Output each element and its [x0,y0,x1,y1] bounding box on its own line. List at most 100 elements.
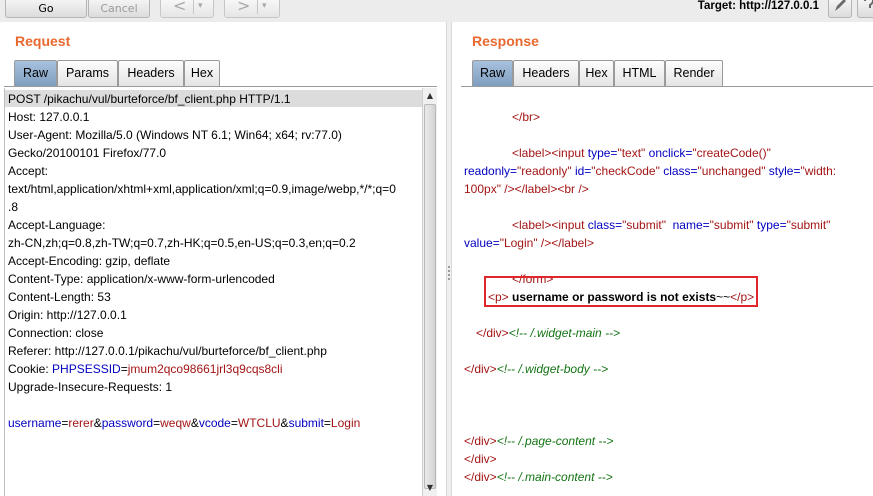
cookie-name: PHPSESSID [52,362,121,376]
html-comment: <!-- /.widget-body --> [496,362,609,376]
back-arrow-icon: < [173,0,187,15]
html-tag: </div> [464,452,497,466]
help-icon [864,0,873,8]
param-sep: & [93,416,102,430]
html-attr: class= [659,164,698,178]
scroll-thumb[interactable] [424,104,436,489]
html-tag: /> [537,236,552,250]
html-comment: <!-- /.page-content --> [496,434,614,448]
param-value: Login [330,416,361,430]
html-tag: </label> [551,236,594,250]
header-line: .8 [8,200,19,214]
code-line: </div><!-- /.widget-main --> [476,326,620,340]
param-value: weqw [160,416,191,430]
grip-dot [448,266,450,268]
cookie-eq: = [120,362,128,376]
divider [193,0,194,14]
highlight-box [484,276,758,307]
html-attr: value= [464,236,500,250]
code-line: </div><!-- /.main-content --> [464,470,613,484]
pencil-icon [835,0,846,11]
panel-splitter[interactable] [446,22,452,496]
code-line: <label><input class="submit" name="submi… [512,218,830,232]
code-line: </div><!-- /.page-content --> [464,434,613,448]
html-tag: <br /> [557,182,589,196]
grip-dot [448,270,450,272]
param-value: WTCLU [237,416,281,430]
html-value: "checkCode" [591,164,660,178]
tab-render[interactable]: Render [665,60,723,86]
param-name: password [101,416,154,430]
html-tag: </div> [464,434,497,448]
header-line: Upgrade-Insecure-Requests: 1 [8,380,173,394]
divider [257,0,258,14]
response-title: Response [472,33,539,49]
header-line: Gecko/20100101 Firefox/77.0 [8,146,167,160]
code-line: <label><input type="text" onclick="creat… [512,146,771,160]
request-editor[interactable]: POST /pikachu/vul/burteforce/bf_client.p… [4,88,422,496]
html-comment: <!-- /.widget-main --> [508,326,621,340]
html-value: "width: [800,164,837,178]
param-sep: & [190,416,199,430]
html-tag: <input [551,218,585,232]
scroll-down-icon[interactable]: ▼ [425,482,435,494]
html-attr: onclick= [645,146,693,160]
param-name: vcode [198,416,231,430]
code-line: </br> [512,110,540,124]
cookie-value: jmum2qco98661jrl3q9cqs8cli [127,362,283,376]
grip-dot [448,278,450,280]
chevron-down-icon[interactable]: ▾ [262,0,267,13]
tab-hex[interactable]: Hex [579,60,614,86]
html-value: "submit" [709,218,754,232]
request-scrollbar[interactable]: ▲ ▼ [422,88,437,496]
tab-headers[interactable]: Headers [513,60,579,86]
cookie-line: Cookie: PHPSESSID=jmum2qco98661jrl3q9cqs… [8,362,283,376]
html-value: "readonly" [517,164,572,178]
header-line: Accept: [8,164,49,178]
code-line: value="Login" /></label> [464,236,594,250]
html-tag: <input [551,146,585,160]
param-sep: & [280,416,289,430]
html-tag: <label> [512,218,552,232]
header-line: Referer: http://127.0.0.1/pikachu/vul/bu… [8,344,327,358]
param-value: rerer [68,416,94,430]
html-value: "unchanged" [697,164,766,178]
divider [461,86,873,87]
header-line: Content-Length: 53 [8,290,111,304]
header-line: Content-Type: application/x-www-form-url… [8,272,275,286]
header-line: User-Agent: Mozilla/5.0 (Windows NT 6.1;… [8,128,342,142]
html-value: "submit" [622,218,666,232]
header-line: zh-CN,zh;q=0.8,zh-TW;q=0.7,zh-HK;q=0.5,e… [8,236,356,250]
header-line: Connection: close [8,326,104,340]
header-line: Host: 127.0.0.1 [8,110,90,124]
tab-raw[interactable]: Raw [472,60,513,86]
chevron-down-icon[interactable]: ▾ [198,0,203,13]
header-line: Accept-Encoding: gzip, deflate [8,254,171,268]
html-value: "createCode()" [692,146,771,160]
param-eq: = [230,416,238,430]
cancel-button[interactable]: Cancel [88,0,150,18]
tab-hex[interactable]: Hex [184,60,220,86]
html-tag: <label> [512,146,552,160]
edit-target-button[interactable] [828,0,852,18]
tab-html[interactable]: HTML [614,60,665,86]
param-name: submit [288,416,324,430]
tab-raw[interactable]: Raw [14,60,57,86]
scroll-up-icon[interactable]: ▲ [425,90,435,102]
divider [4,86,437,87]
help-button[interactable] [857,0,873,18]
go-button[interactable]: Go [5,0,87,18]
html-value: "Login" [499,236,538,250]
html-tag: /> [500,182,515,196]
code-line: </div> [464,452,497,466]
code-line: </div><!-- /.widget-body --> [464,362,608,376]
back-button[interactable]: < ▾ [160,0,214,18]
tab-params[interactable]: Params [57,60,118,86]
header-line: Origin: http://127.0.0.1 [8,308,127,322]
target-label: Target: http://127.0.0.1 [697,0,819,12]
html-attr: class= [584,218,623,232]
forward-button[interactable]: > ▾ [224,0,280,18]
html-value: "submit" [786,218,831,232]
html-tag: </div> [464,470,497,484]
tab-headers[interactable]: Headers [118,60,184,86]
